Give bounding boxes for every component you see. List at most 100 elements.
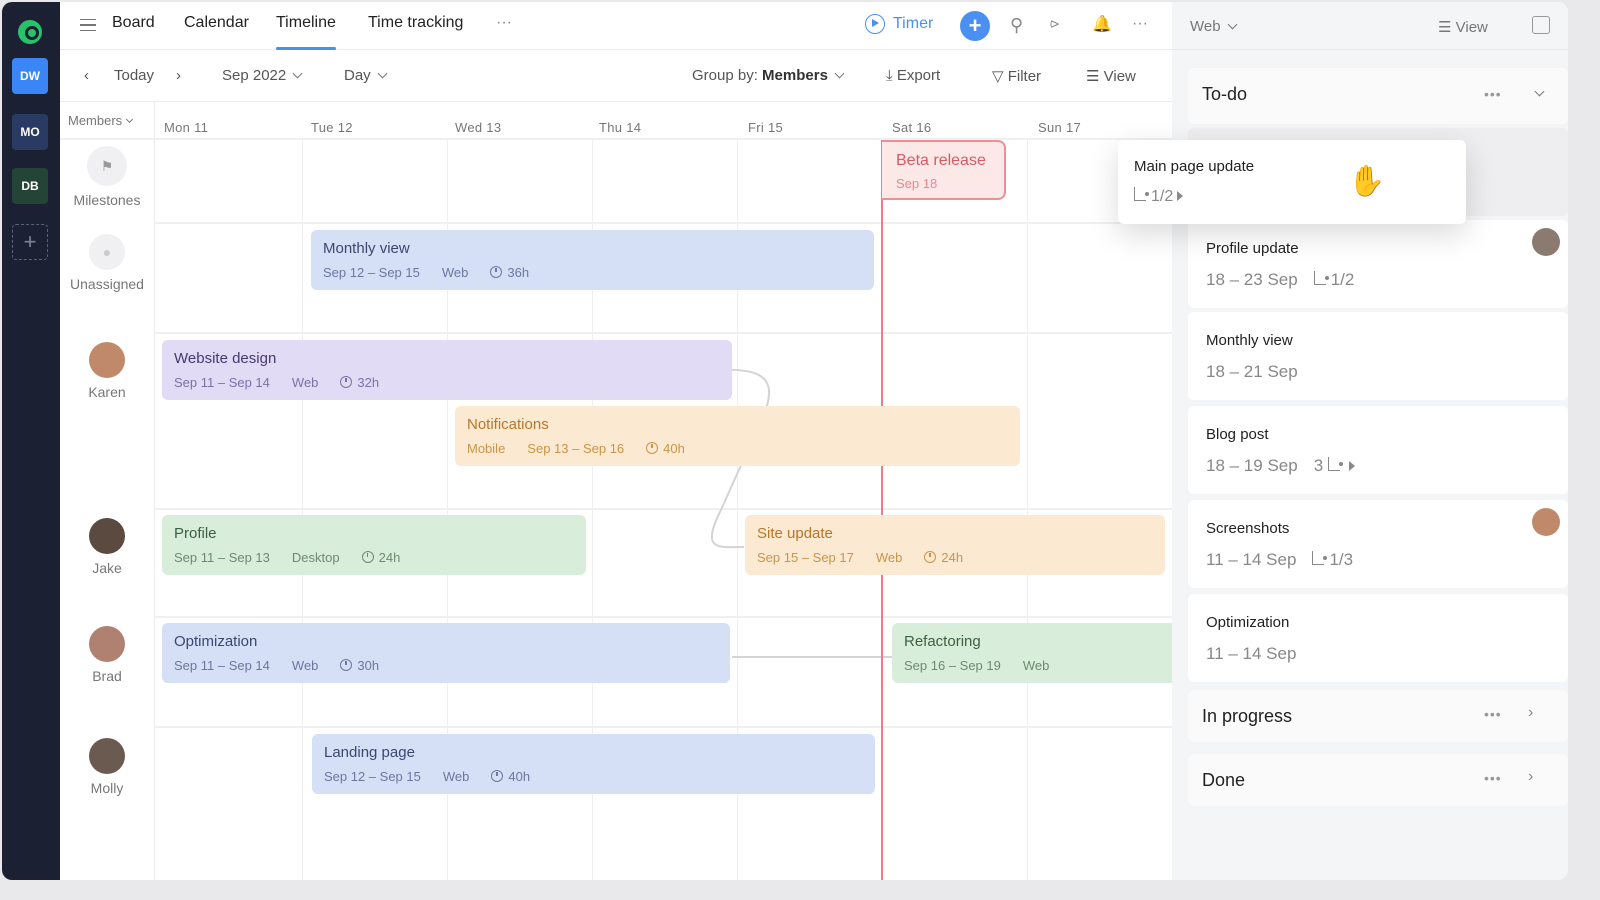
task-title: Refactoring — [904, 633, 981, 650]
card-title: Profile update — [1206, 240, 1299, 257]
side-panel: Web ☰ View To-do ••• Profile update 18 – … — [1172, 2, 1568, 880]
more-icon[interactable]: ••• — [1484, 86, 1502, 102]
task-card[interactable]: Profile update 18 – 23 Sep 1/2 — [1188, 220, 1568, 308]
task-card[interactable]: Screenshots 11 – 14 Sep 1/3 — [1188, 500, 1568, 588]
card-dates: 18 – 21 Sep — [1206, 362, 1298, 381]
task-title: Monthly view — [323, 240, 410, 257]
sliders-icon: ☰ — [1438, 19, 1456, 36]
subtask-icon — [1313, 271, 1329, 285]
scale-select[interactable]: Day — [344, 67, 388, 84]
menu-icon[interactable] — [80, 19, 96, 31]
card-title: Monthly view — [1206, 332, 1293, 349]
task-bar[interactable]: Notifications Mobile Sep 13 – Sep 16 40h — [455, 406, 1020, 466]
add-button[interactable]: + — [960, 11, 990, 41]
task-dates: Sep 16 – Sep 19 — [904, 658, 1001, 673]
dragged-task-card[interactable]: Main page update 1/2 — [1118, 140, 1466, 224]
grab-cursor-icon: ✋ — [1348, 165, 1386, 198]
group-title: Done — [1202, 770, 1246, 790]
task-dates: Sep 12 – Sep 15 — [324, 769, 421, 784]
task-dates: Sep 12 – Sep 15 — [323, 265, 420, 280]
timer-label: Timer — [893, 15, 934, 32]
stopwatch-icon — [646, 442, 659, 454]
search-icon[interactable]: ⚲ — [1010, 15, 1023, 36]
task-bar[interactable]: Site update Sep 15 – Sep 17 Web 24h — [745, 515, 1165, 575]
card-dates: 18 – 23 Sep — [1206, 270, 1298, 289]
task-bar[interactable]: Refactoring Sep 16 – Sep 19 Web — [892, 623, 1182, 683]
task-bar[interactable]: Monthly view Sep 12 – Sep 15 Web 36h — [311, 230, 874, 290]
task-title: Profile — [174, 525, 217, 542]
task-tag: Web — [291, 375, 319, 390]
task-card[interactable]: Monthly view 18 – 21 Sep — [1188, 312, 1568, 400]
task-title: Landing page — [324, 744, 415, 761]
group-title: To-do — [1202, 84, 1248, 104]
task-tag: Web — [441, 265, 469, 280]
task-hours: 40h — [646, 441, 685, 456]
toolbar: ‹ Today › Sep 2022 Day Group by: Members… — [60, 50, 1172, 102]
stopwatch-icon — [361, 551, 374, 563]
task-bar[interactable]: Profile Sep 11 – Sep 13 Desktop 24h — [162, 515, 586, 575]
card-subtasks[interactable]: 3 — [1314, 456, 1355, 476]
task-bar[interactable]: Optimization Sep 11 – Sep 14 Web 30h — [162, 623, 730, 683]
month-select[interactable]: Sep 2022 — [222, 67, 303, 84]
avatar — [1532, 228, 1560, 256]
group-todo[interactable]: To-do ••• — [1188, 68, 1568, 124]
task-card[interactable]: Optimization 11 – 14 Sep — [1188, 594, 1568, 682]
task-hours: 24h — [361, 550, 400, 565]
milestone-date: Sep 18 — [896, 176, 938, 191]
task-dates: Sep 15 – Sep 17 — [757, 550, 854, 565]
task-title: Optimization — [174, 633, 258, 650]
task-tag: Web — [291, 658, 319, 673]
more-tabs-button[interactable]: ··· — [496, 14, 512, 50]
export-label: Export — [896, 67, 941, 84]
tab-board[interactable]: Board — [112, 14, 155, 50]
workspace-dw[interactable]: DW — [12, 58, 48, 94]
more-icon[interactable]: ··· — [1132, 15, 1148, 33]
panel-header: Web ☰ View — [1172, 2, 1568, 50]
task-title: Site update — [757, 525, 833, 542]
filter-button[interactable]: ▽ Filter — [992, 67, 1041, 85]
chevron-right-icon[interactable]: › — [1528, 704, 1533, 722]
more-icon[interactable]: ••• — [1484, 770, 1502, 786]
prev-button[interactable]: ‹ — [84, 67, 89, 84]
task-bar[interactable]: Website design Sep 11 – Sep 14 Web 32h — [162, 340, 732, 400]
view-button[interactable]: ☰ View — [1086, 67, 1136, 85]
chevron-down-icon[interactable] — [1534, 86, 1545, 97]
next-button[interactable]: › — [176, 67, 181, 84]
more-icon[interactable]: ••• — [1484, 706, 1502, 722]
notification-bell-icon[interactable]: 🔔 — [1092, 14, 1112, 34]
avatar — [1532, 508, 1560, 536]
project-filter[interactable]: Web — [1190, 18, 1238, 35]
milestone-beta-release[interactable]: Beta release Sep 18 — [882, 140, 1006, 200]
task-card[interactable]: Blog post 18 – 19 Sep 3 — [1188, 406, 1568, 494]
panel-view-button[interactable]: ☰ View — [1438, 18, 1488, 36]
export-button[interactable]: ⤓ Export — [886, 67, 940, 84]
workspace-rail: DW MO DB + — [2, 2, 60, 880]
chevron-right-icon[interactable]: › — [1528, 768, 1533, 786]
expand-icon — [1348, 461, 1355, 471]
share-icon[interactable]: ⪧ — [1050, 15, 1059, 33]
group-done[interactable]: Done ••• › — [1188, 754, 1568, 806]
task-hours: 24h — [924, 550, 963, 565]
download-icon: ⤓ — [886, 67, 897, 84]
card-title: Screenshots — [1206, 520, 1290, 537]
stopwatch-icon — [924, 551, 937, 563]
today-button[interactable]: Today — [114, 67, 154, 84]
timer-button[interactable]: Timer — [865, 14, 933, 34]
group-in-progress[interactable]: In progress ••• › — [1188, 690, 1568, 742]
task-title: Website design — [174, 350, 277, 367]
timeline-grid: Members Mon 11 Tue 12 Wed 13 Thu 14 Fri … — [60, 102, 1182, 880]
workspace-mo[interactable]: MO — [12, 114, 48, 150]
group-by-select[interactable]: Group by: Members — [692, 67, 845, 84]
tab-timeline[interactable]: Timeline — [276, 14, 336, 50]
card-dates: 18 – 19 Sep — [1206, 456, 1298, 475]
add-workspace-button[interactable]: + — [12, 224, 48, 260]
tab-time-tracking[interactable]: Time tracking — [368, 14, 463, 50]
stopwatch-icon — [490, 266, 503, 278]
tab-calendar[interactable]: Calendar — [184, 14, 249, 50]
play-icon — [865, 14, 885, 34]
collapse-panel-icon[interactable] — [1532, 16, 1550, 34]
workspace-db[interactable]: DB — [12, 168, 48, 204]
card-subtasks: 1/3 — [1312, 550, 1353, 570]
task-bar[interactable]: Landing page Sep 12 – Sep 15 Web 40h — [312, 734, 875, 794]
app-logo-icon — [18, 20, 42, 44]
